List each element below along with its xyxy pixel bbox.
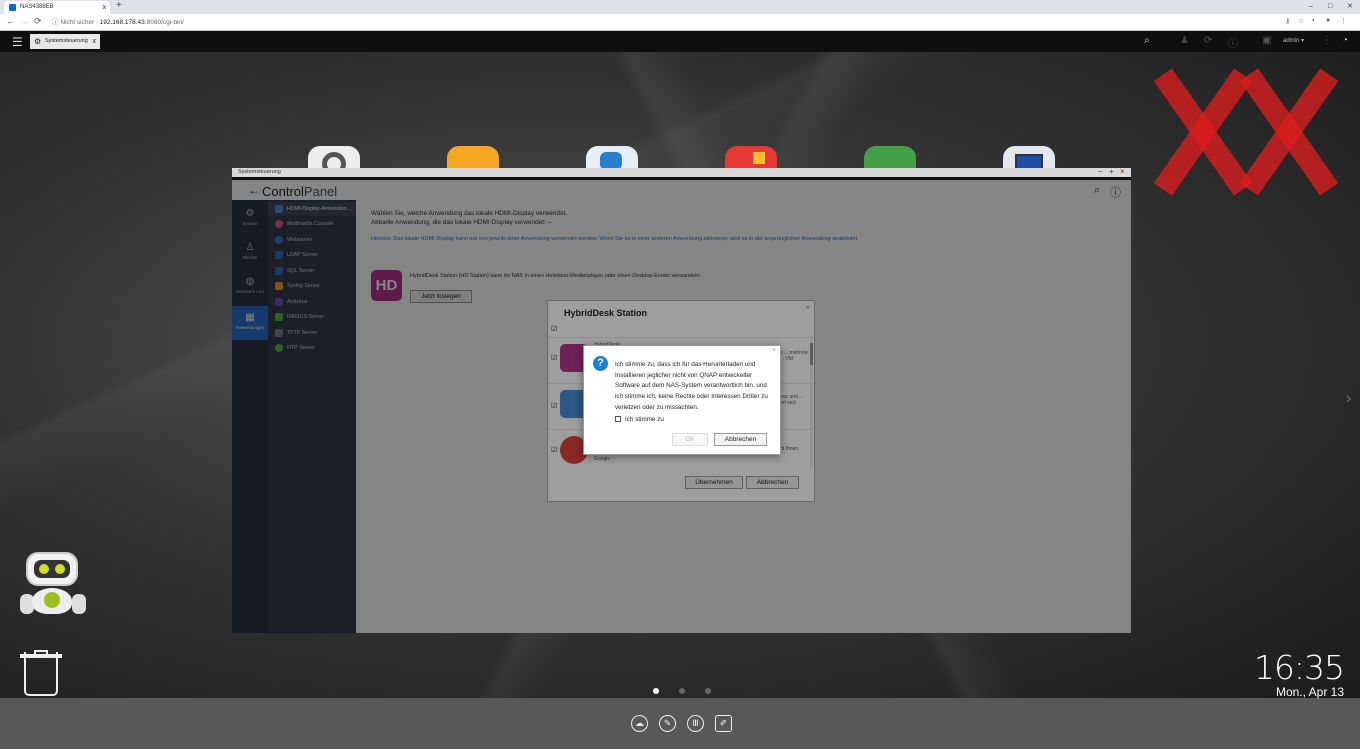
close-button[interactable]: × [1120, 167, 1125, 176]
profile-icon[interactable]: ● [1326, 17, 1330, 24]
maximize-window-button[interactable]: □ [1328, 0, 1332, 13]
storage-app-icon[interactable] [586, 146, 638, 170]
robot-body [32, 588, 72, 614]
page-indicator[interactable] [679, 688, 685, 694]
bookmark-star-icon[interactable]: ☆ [1298, 17, 1304, 25]
sync-icon[interactable]: ⟳ [1204, 35, 1212, 46]
qts-taskbar: ☰ ⚙ Systemsteuerung x ⌕ ♟ ⟳ ⓘ ▣ admin ▾ … [0, 31, 1360, 52]
qnap-favicon-icon [9, 4, 16, 11]
library-icon[interactable]: Ⅲ [687, 715, 704, 732]
gear-icon: ⚙ [34, 37, 42, 46]
agreement-text: Ich stimme zu, dass ich für das Herunter… [615, 361, 768, 411]
close-tab-icon[interactable]: x [103, 1, 107, 14]
app-center-icon[interactable] [725, 146, 777, 170]
hd-station-app-icon[interactable] [1003, 146, 1055, 170]
address-bar[interactable]: ⓘ Nicht sicher | 192.168.178.43:8080/cgi… [52, 16, 184, 29]
notification-icon[interactable]: ♟ [1180, 35, 1189, 46]
robot-arm [72, 594, 86, 614]
url-path: :8080/cgi-bin/ [144, 19, 184, 26]
browser-tab[interactable]: NAS4388EB x [4, 1, 110, 14]
dashboard-icon[interactable]: ◔ [1342, 35, 1348, 46]
tools-icon[interactable]: ✎ [659, 715, 676, 732]
trash-icon[interactable] [24, 652, 58, 696]
cloud-icon[interactable]: ☁ [631, 715, 648, 732]
task-tab-control-panel[interactable]: ⚙ Systemsteuerung x [30, 34, 100, 49]
maximize-button[interactable]: + [1109, 167, 1114, 176]
url-host: 192.168.178.43 [99, 19, 145, 26]
watermark-x-logo [1152, 72, 1252, 192]
window-titlebar: Systemsteuerung – + × [232, 167, 1131, 177]
user-icon[interactable]: ▣ [1262, 35, 1271, 46]
key-icon[interactable]: ⚷ [1285, 17, 1290, 25]
bottom-dock: ☁ ✎ Ⅲ ✐ [0, 698, 1360, 749]
extension-icon[interactable]: ◐ [1312, 17, 1316, 24]
qboost-robot-icon[interactable] [26, 552, 78, 586]
page-indicator-active[interactable] [653, 688, 659, 694]
desktop-clock: 16:35 [1253, 648, 1345, 687]
browser-tab-title: NAS4388EB [20, 4, 54, 10]
browser-menu-icon[interactable]: ⋮ [1340, 17, 1347, 25]
user-menu[interactable]: admin ▾ [1283, 37, 1304, 44]
question-icon: ? [593, 356, 608, 371]
forward-button[interactable]: → [20, 16, 29, 26]
security-status: Nicht sicher [60, 19, 95, 26]
search-icon[interactable]: ⌕ [1144, 35, 1150, 46]
minimize-button[interactable]: – [1098, 167, 1102, 176]
back-button[interactable]: ← [6, 16, 15, 26]
close-window-button[interactable]: ✕ [1347, 0, 1353, 13]
info-icon[interactable]: ⓘ [1228, 35, 1238, 50]
new-tab-button[interactable]: + [116, 0, 122, 11]
control-panel-app-icon[interactable] [308, 146, 360, 170]
next-page-arrow-icon[interactable]: › [1346, 390, 1351, 408]
notes-icon[interactable]: ✐ [715, 715, 732, 732]
agree-checkbox[interactable]: Ich stimme zu [615, 416, 664, 423]
agree-checkbox-label: Ich stimme zu [625, 416, 664, 423]
minimize-window-button[interactable]: – [1309, 0, 1313, 13]
more-icon[interactable]: ⋮ [1322, 35, 1332, 46]
page-indicator[interactable] [705, 688, 711, 694]
reload-button[interactable]: ⟳ [34, 16, 42, 27]
ok-button[interactable]: OK [672, 433, 708, 446]
file-station-app-icon[interactable] [447, 146, 499, 170]
browser-toolbar: ← → ⟳ ⓘ Nicht sicher | 192.168.178.43:80… [0, 14, 1360, 31]
close-icon[interactable]: × [772, 347, 776, 354]
desktop-date: Mon., Apr 13 [1275, 685, 1344, 699]
task-tab-label: Systemsteuerung [45, 38, 88, 44]
close-task-icon[interactable]: x [93, 34, 97, 49]
agreement-dialog: ? × Ich stimme zu, dass ich für das Heru… [583, 345, 781, 455]
watermark-x-logo [1238, 72, 1338, 192]
main-menu-icon[interactable]: ☰ [12, 35, 23, 49]
cancel-button[interactable]: Abbrechen [714, 433, 767, 446]
browser-tab-strip: NAS4388EB x + – □ ✕ [0, 0, 1360, 14]
checkbox-box[interactable] [615, 416, 621, 422]
window-title: Systemsteuerung [238, 169, 281, 175]
help-center-app-icon[interactable] [864, 146, 916, 170]
security-warning-icon: ⓘ [52, 19, 59, 26]
